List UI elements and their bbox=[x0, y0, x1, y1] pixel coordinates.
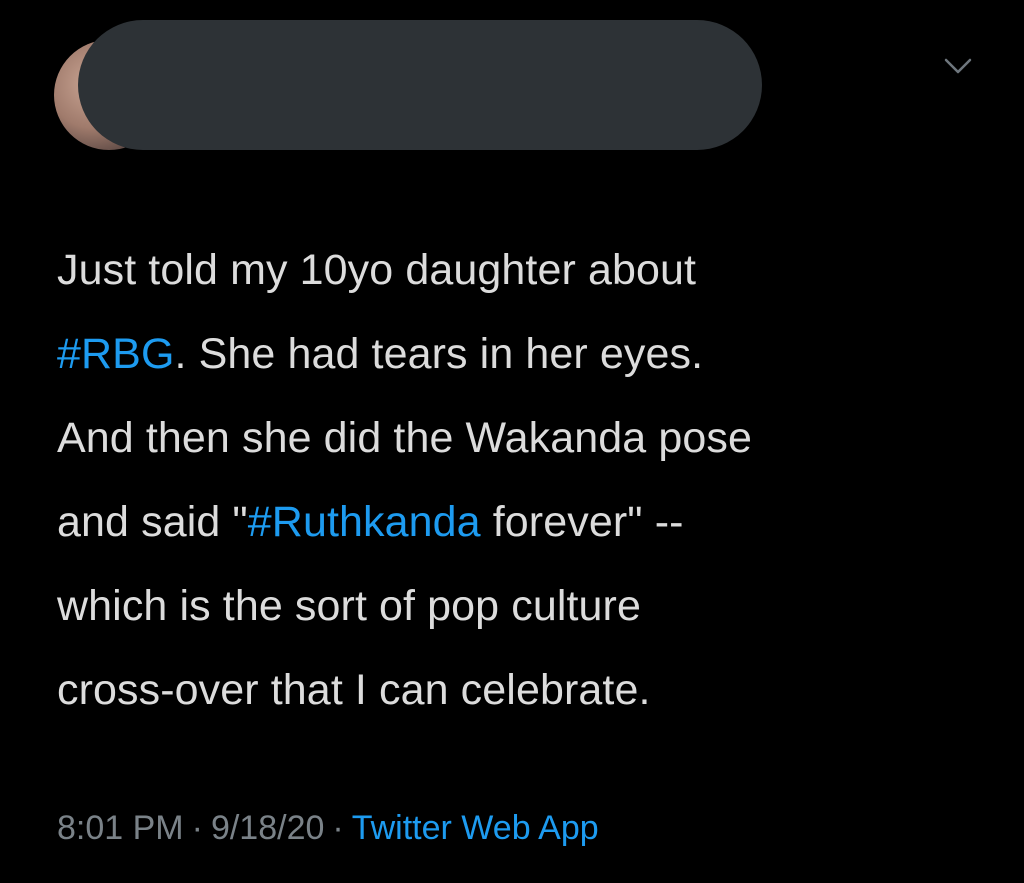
hashtag-link-ruthkanda[interactable]: #Ruthkanda bbox=[248, 498, 481, 546]
chevron-down-icon bbox=[944, 58, 972, 74]
tweet-date[interactable]: 9/18/20 bbox=[211, 809, 324, 847]
tweet-text-segment: which is the sort of pop culture bbox=[57, 582, 641, 630]
tweet-text-segment: . She had tears in her eyes. bbox=[174, 330, 704, 378]
tweet-line: which is the sort of pop culture bbox=[57, 564, 997, 648]
hashtag-link-rbg[interactable]: #RBG bbox=[57, 330, 175, 378]
tweet-line: #RBG. She had tears in her eyes. bbox=[57, 312, 997, 396]
tweet-card: Just told my 10yo daughter about #RBG. S… bbox=[0, 0, 1024, 883]
tweet-metadata: 8:01 PM · 9/18/20 · Twitter Web App bbox=[57, 806, 599, 850]
tweet-text-segment: and said " bbox=[57, 498, 248, 546]
tweet-line: and said "#Ruthkanda forever" -- bbox=[57, 480, 997, 564]
tweet-text-segment: Just told my 10yo daughter about bbox=[57, 246, 697, 294]
tweet-text: Just told my 10yo daughter about #RBG. S… bbox=[57, 228, 997, 732]
tweet-line: And then she did the Wakanda pose bbox=[57, 396, 997, 480]
tweet-text-segment: cross-over that I can celebrate. bbox=[57, 666, 651, 714]
tweet-text-segment: forever" -- bbox=[480, 498, 684, 546]
redacted-username bbox=[78, 20, 762, 150]
tweet-text-segment: And then she did the Wakanda pose bbox=[57, 414, 752, 462]
meta-separator: · bbox=[191, 809, 203, 847]
tweet-line: cross-over that I can celebrate. bbox=[57, 648, 997, 732]
tweet-line: Just told my 10yo daughter about bbox=[57, 228, 997, 312]
more-options-button[interactable] bbox=[938, 52, 978, 80]
tweet-source-link[interactable]: Twitter Web App bbox=[352, 809, 599, 847]
tweet-time[interactable]: 8:01 PM bbox=[57, 809, 184, 847]
meta-separator: · bbox=[332, 809, 344, 847]
